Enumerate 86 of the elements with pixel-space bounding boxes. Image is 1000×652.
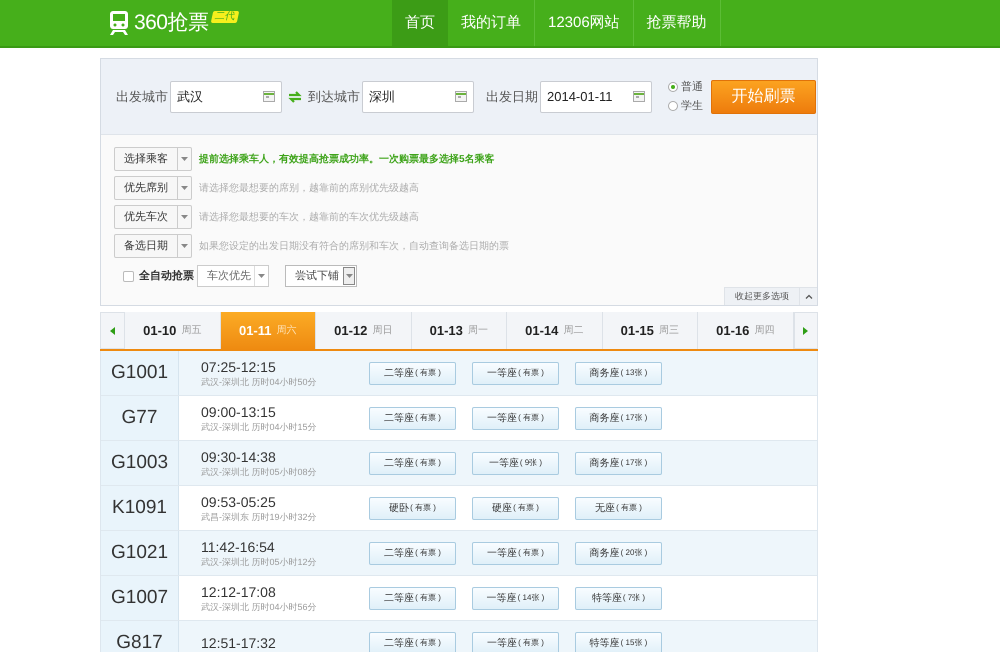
collapse-button[interactable]: 收起更多选项 (724, 287, 817, 305)
seat-button[interactable]: 硬座( 有票 ) (472, 496, 559, 520)
seat-button[interactable]: 二等座( 有票 ) (369, 586, 456, 610)
app-logo: 360抢票 (134, 10, 208, 36)
seat-button[interactable]: 一等座( 有票 ) (472, 406, 559, 430)
train-time: 07:25-12:15 (201, 358, 277, 376)
option-dropdown[interactable]: 选择乘客 (114, 147, 192, 171)
field-label: 出发城市 (116, 88, 168, 106)
right-arrow-icon (803, 326, 808, 334)
seat-button[interactable]: 二等座( 有票 ) (369, 452, 456, 474)
auto-label: 全自动抢票 (139, 268, 194, 284)
date-tab[interactable]: 01-12 周日 (316, 312, 412, 349)
previous-date-button[interactable] (100, 312, 125, 349)
seat-button[interactable]: 一等座( 14张 ) (472, 586, 559, 610)
seat-button[interactable]: 一等座( 有票 ) (472, 542, 559, 564)
seat-button[interactable]: 特等座( 7张 ) (575, 586, 662, 610)
auto-checkbox[interactable] (123, 270, 134, 282)
train-time: 09:00-13:15 (201, 404, 277, 420)
seat-button[interactable]: 硬卧( 有票 ) (369, 496, 456, 520)
berth-select[interactable]: 尝试下铺 (285, 265, 357, 287)
calendar-icon[interactable] (633, 91, 645, 102)
calendar-icon[interactable] (263, 91, 275, 102)
date-tab[interactable]: 01-15 周三 (602, 312, 698, 349)
caret-icon (346, 274, 352, 278)
seat-button[interactable]: 无座( 有票 ) (575, 496, 662, 520)
field-label: 出发日期 (486, 88, 538, 106)
train-route: 武汉-深圳北 历时04小时50分 (201, 376, 318, 388)
seat-button[interactable]: 二等座( 有票 ) (369, 362, 456, 384)
seat-button[interactable]: 二等座( 有票 ) (369, 632, 456, 652)
field-label: 到达城市 (308, 88, 360, 106)
seat-button[interactable]: 商务座( 13张 ) (575, 362, 662, 384)
next-date-button[interactable] (794, 312, 818, 349)
train-icon (108, 10, 130, 36)
train-number: G1021 (101, 531, 179, 575)
train-time: 11:42-16:54 (201, 538, 276, 556)
seat-button[interactable]: 一等座( 9张 ) (472, 452, 559, 474)
option-dropdown[interactable]: 优先席别 (114, 176, 192, 200)
departure-field[interactable]: 武汉 (170, 80, 282, 112)
date-tab[interactable]: 01-16 周四 (698, 312, 794, 349)
train-time: 09:53-05:25 (201, 494, 277, 510)
seat-button[interactable]: 商务座( 20张 ) (575, 542, 662, 564)
seat-button[interactable]: 二等座( 有票 ) (369, 542, 456, 564)
caret-icon (258, 274, 265, 278)
train-route: 武汉-深圳北 历时05小时08分 (201, 466, 318, 478)
caret-icon (181, 157, 188, 161)
version-badge: 二代 (211, 11, 240, 24)
left-arrow-icon (110, 326, 115, 334)
option-hint: 请选择您最想要的席别，越靠前的席别优先级越高 (199, 182, 419, 196)
caret-icon (181, 215, 188, 219)
option-hint: 如果您设定的出发日期没有符合的席别和车次，自动查询备选日期的票 (199, 240, 509, 254)
swap-icon[interactable] (288, 90, 302, 102)
seat-button[interactable]: 特等座( 15张 ) (575, 632, 662, 652)
option-dropdown[interactable]: 优先车次 (114, 205, 192, 229)
train-route: 武昌-深圳东 历时19小时32分 (201, 510, 318, 522)
caret-icon (181, 186, 188, 190)
date-tab[interactable]: 01-13 周一 (412, 312, 507, 349)
arrival-field[interactable]: 深圳 (362, 80, 474, 112)
caret-icon (181, 244, 188, 248)
train-time: 12:51-17:32 (201, 634, 277, 652)
train-route: 武汉-深圳北 历时05小时12分 (201, 556, 318, 568)
train-number: K1091 (101, 486, 179, 530)
train-number: G1003 (101, 441, 179, 485)
option-dropdown[interactable]: 备选日期 (114, 234, 192, 258)
train-time: 12:12-17:08 (201, 584, 277, 600)
date-field[interactable]: 2014-01-11 (540, 80, 652, 112)
seat-button[interactable]: 商务座( 17张 ) (575, 406, 662, 430)
option-hint: 请选择您最想要的车次，越靠前的车次优先级越高 (199, 210, 419, 224)
train-number: G1001 (101, 351, 179, 395)
seat-button[interactable]: 二等座( 有票 ) (369, 406, 456, 430)
nav-link[interactable]: 首页 (392, 0, 448, 46)
train-number: G1007 (101, 576, 179, 620)
ticket-type-radio[interactable]: 普通 (668, 78, 703, 95)
train-number: G77 (101, 396, 179, 440)
option-hint: 提前选择乘车人，有效提高抢票成功率。一次购票最多选择5名乘客 (199, 152, 495, 166)
ticket-type-radio[interactable]: 学生 (668, 98, 703, 114)
train-route: 武汉-深圳北 历时04小时15分 (201, 420, 318, 432)
train-route: 武汉-深圳北 历时04小时56分 (201, 600, 318, 612)
train-number: G817 (101, 621, 179, 652)
seat-button[interactable]: 一等座( 有票 ) (472, 632, 559, 652)
train-time: 09:30-14:38 (201, 448, 277, 466)
seat-button[interactable]: 商务座( 17张 ) (575, 452, 662, 474)
date-tab[interactable]: 01-14 周二 (507, 312, 602, 349)
seat-button[interactable]: 一等座( 有票 ) (472, 362, 559, 384)
priority-select[interactable]: 车次优先 (197, 265, 269, 287)
chevron-up-icon (804, 294, 812, 299)
calendar-icon[interactable] (455, 91, 467, 102)
